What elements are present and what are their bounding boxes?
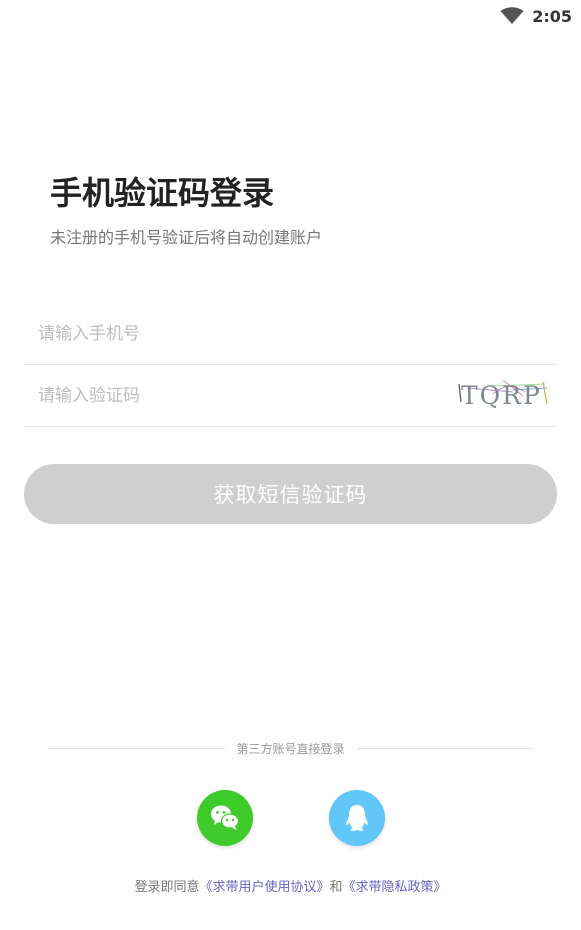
agreement-text: 登录即同意《求带用户使用协议》和《求带隐私政策》 [0, 876, 581, 895]
captcha-image[interactable]: TQRP [453, 376, 551, 416]
privacy-policy-link[interactable]: 《求带隐私政策》 [343, 880, 447, 895]
captcha-text: TQRP [461, 380, 542, 410]
verification-code-input[interactable] [24, 385, 453, 406]
wechat-icon [210, 805, 239, 830]
get-sms-code-button[interactable]: 获取短信验证码 [24, 464, 557, 524]
divider-line-right [356, 747, 534, 749]
qq-login-button[interactable] [328, 790, 385, 846]
code-field-row: TQRP [24, 365, 557, 427]
phone-input[interactable] [24, 323, 557, 344]
agreement-connector: 和 [329, 880, 343, 895]
third-party-divider: 第三方账号直接登录 [48, 738, 534, 758]
wifi-icon [500, 7, 524, 24]
qq-icon [345, 805, 368, 831]
wechat-login-button[interactable] [196, 790, 253, 846]
agreement-prefix: 登录即同意 [134, 880, 200, 895]
status-time: 2:05 [532, 6, 572, 26]
divider-text: 第三方账号直接登录 [236, 741, 345, 756]
user-agreement-link[interactable]: 《求带用户使用协议》 [199, 880, 329, 895]
divider-line-left [48, 747, 225, 749]
page-title: 手机验证码登录 [50, 174, 275, 212]
status-bar: 2:05 [0, 0, 581, 32]
phone-field-row [24, 303, 557, 365]
page-subtitle: 未注册的手机号验证后将自动创建账户 [50, 228, 323, 247]
social-login-row [0, 790, 581, 846]
